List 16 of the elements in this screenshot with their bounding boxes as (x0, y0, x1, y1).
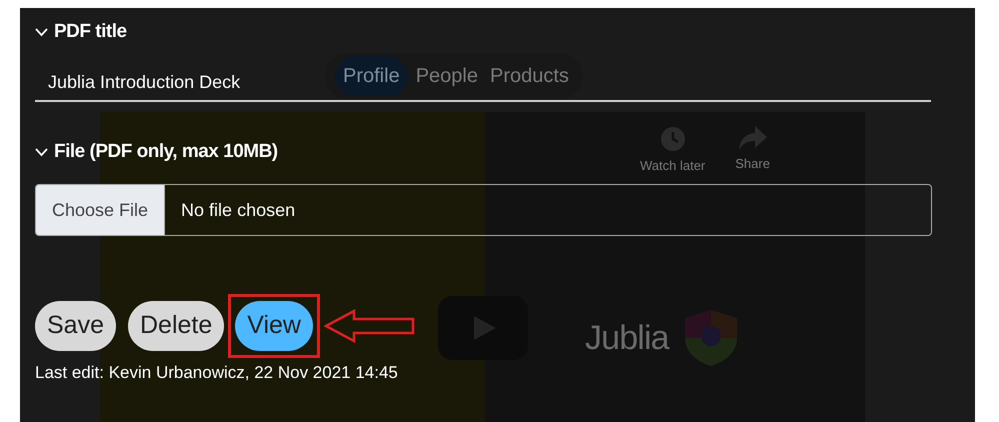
section-title: PDF title (54, 20, 127, 44)
file-input[interactable]: Choose File No file chosen (35, 184, 932, 236)
chevron-icon[interactable] (35, 28, 48, 36)
clock-icon (660, 126, 686, 152)
arrow-icon (324, 309, 416, 343)
action-button[interactable]: Save (35, 301, 116, 351)
action-label: Share (735, 156, 770, 171)
last-edit-text: Last edit: Kevin Urbanowicz, 22 Nov 2021 14:45 (35, 362, 399, 384)
chevron-icon[interactable] (35, 148, 48, 156)
tab[interactable]: Profile (335, 56, 408, 96)
action-label: Watch later (640, 158, 706, 173)
logo-text: Jublia (585, 318, 669, 358)
section-title: File (PDF only, max 10MB) (54, 140, 278, 164)
share-icon (738, 126, 767, 150)
shield-icon (682, 308, 739, 368)
play-button-icon (438, 296, 528, 360)
